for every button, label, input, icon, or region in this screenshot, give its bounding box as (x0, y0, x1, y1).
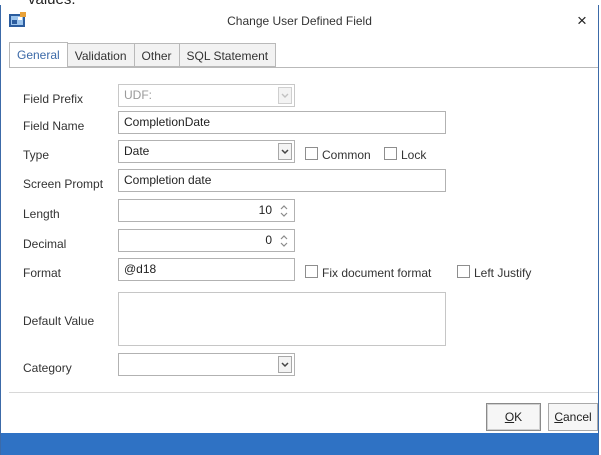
status-bar (1, 433, 598, 455)
decimal-value: 0 (265, 233, 272, 247)
left-justify-checkbox[interactable] (457, 265, 470, 278)
spinner-arrows-icon[interactable] (278, 201, 290, 221)
category-combo[interactable] (118, 353, 295, 376)
decimal-spinner[interactable]: 0 (118, 229, 295, 252)
dialog-title: Change User Defined Field (227, 14, 372, 28)
tab-strip: General Validation Other SQL Statement (9, 42, 277, 68)
field-name-input[interactable]: CompletionDate (118, 111, 446, 134)
chevron-down-icon[interactable] (278, 356, 292, 373)
button-separator (9, 392, 598, 393)
tab-divider (9, 67, 598, 68)
length-spinner[interactable]: 10 (118, 199, 295, 222)
default-value-label: Default Value (23, 314, 95, 328)
screen-prompt-input[interactable]: Completion date (118, 169, 446, 192)
spinner-arrows-icon[interactable] (278, 231, 290, 251)
chevron-down-icon (278, 87, 292, 104)
close-button[interactable]: × (572, 11, 592, 31)
field-prefix-label: Field Prefix (23, 92, 84, 106)
common-checkbox[interactable] (305, 147, 318, 160)
ok-button[interactable]: OK (486, 403, 541, 431)
cancel-label: ancel (562, 410, 592, 424)
left-justify-label: Left Justify (474, 266, 532, 280)
decimal-label: Decimal (23, 237, 67, 251)
fix-document-format-label: Fix document format (322, 266, 432, 280)
common-label: Common (322, 148, 371, 162)
title-bar: Change User Defined Field × (1, 5, 598, 36)
format-label: Format (23, 266, 62, 280)
dialog-window: Change User Defined Field × General Vali… (0, 5, 599, 455)
lock-label: Lock (401, 148, 427, 162)
screen-prompt-label: Screen Prompt (23, 177, 104, 191)
tab-sql-statement[interactable]: SQL Statement (179, 43, 277, 67)
type-label: Type (23, 148, 50, 162)
cancel-button[interactable]: Cancel (548, 403, 598, 431)
type-combo[interactable]: Date (118, 140, 295, 163)
category-label: Category (23, 361, 72, 375)
length-label: Length (23, 207, 60, 221)
ok-accelerator: O (504, 410, 515, 424)
field-prefix-combo: UDF: (118, 84, 295, 107)
ok-label: K (514, 410, 523, 424)
tab-validation[interactable]: Validation (67, 43, 135, 67)
chevron-down-icon[interactable] (278, 143, 292, 160)
field-name-label: Field Name (23, 119, 85, 133)
field-prefix-value: UDF: (124, 88, 152, 102)
default-value-textarea[interactable] (118, 292, 446, 346)
lock-checkbox[interactable] (384, 147, 397, 160)
type-value: Date (124, 144, 150, 158)
tab-general[interactable]: General (9, 42, 68, 68)
tab-other[interactable]: Other (134, 43, 180, 67)
fix-document-format-checkbox[interactable] (305, 265, 318, 278)
cancel-accelerator: C (554, 410, 563, 424)
length-value: 10 (258, 203, 272, 217)
format-input[interactable]: @d18 (118, 258, 295, 281)
